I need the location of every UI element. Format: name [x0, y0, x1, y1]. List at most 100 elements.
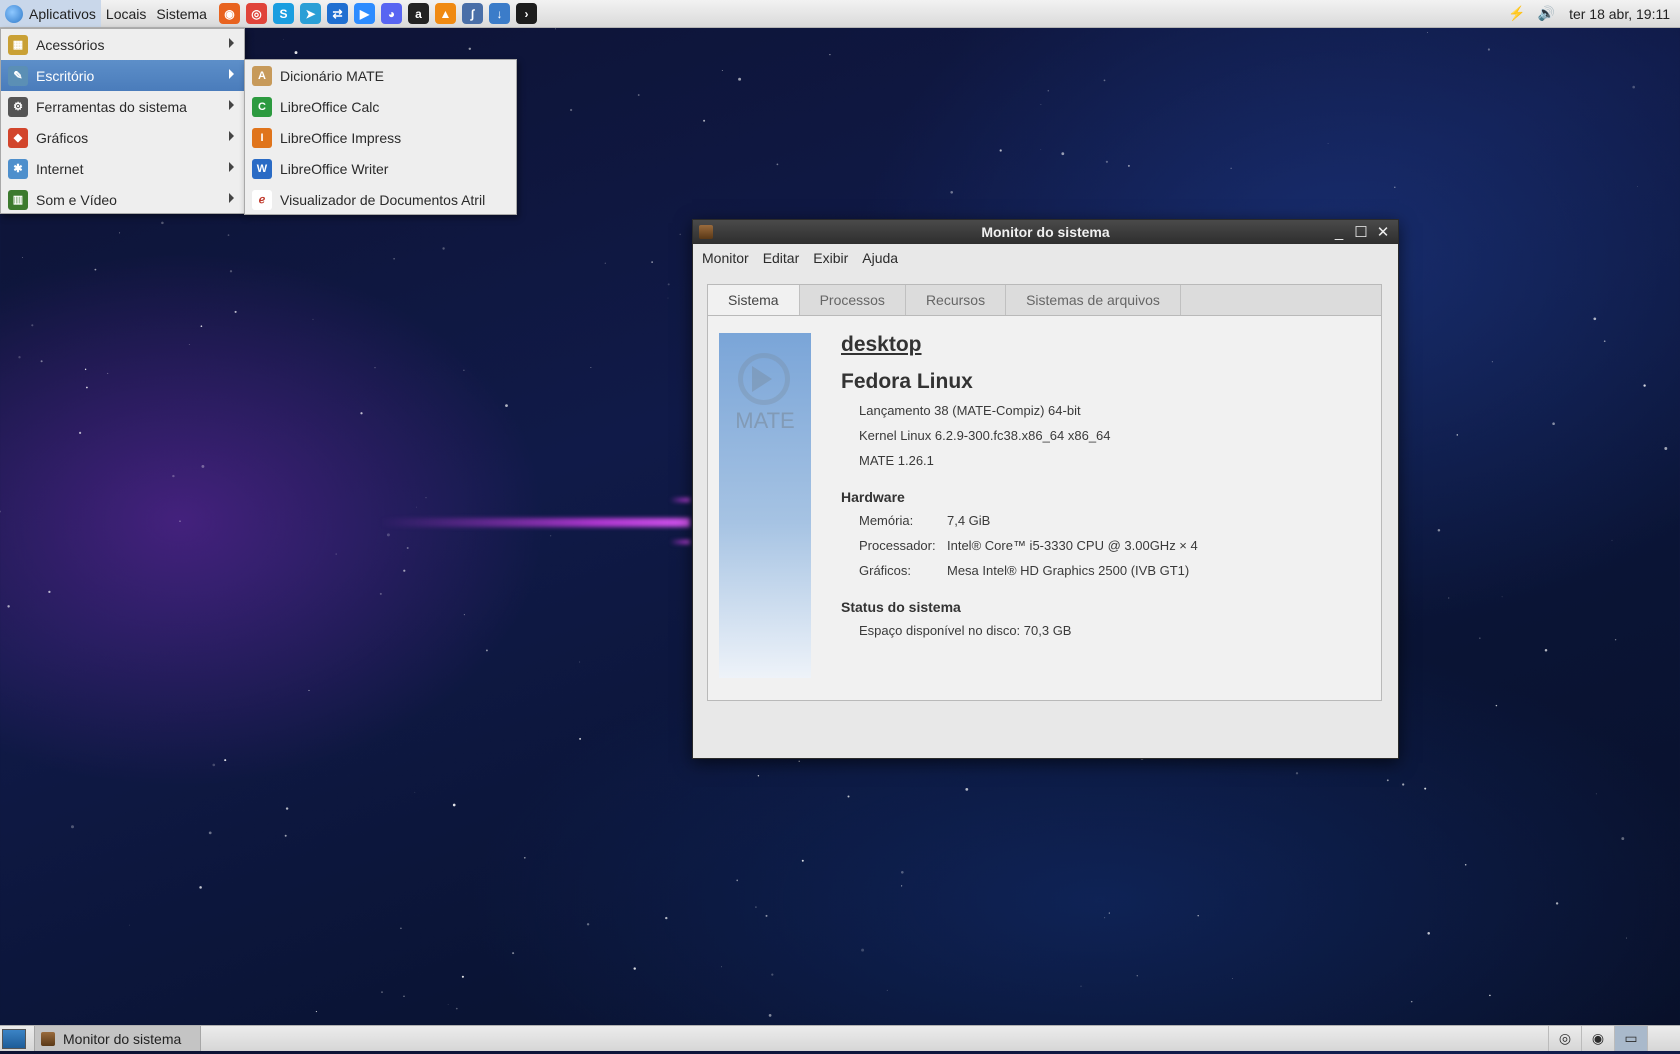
- libreoffice-calc-icon: C: [252, 96, 272, 117]
- star: [965, 788, 969, 791]
- star: [1424, 787, 1427, 790]
- gpu-row: Gráficos: Mesa Intel® HD Graphics 2500 (…: [859, 558, 1198, 583]
- menu-item-internet[interactable]: ✱ Internet: [1, 153, 244, 184]
- menu-item-system-tools[interactable]: ⚙ Ferramentas do sistema: [1, 91, 244, 122]
- star: [227, 234, 230, 236]
- menu-item-accessories[interactable]: ▦ Acessórios: [1, 29, 244, 60]
- office-submenu: A Dicionário MATE C LibreOffice Calc I LibreO…: [244, 59, 517, 215]
- tab-system[interactable]: Sistema: [708, 285, 800, 315]
- libreoffice-impress-icon: I: [252, 127, 272, 148]
- system-menu[interactable]: Sistema: [151, 0, 212, 27]
- menu-view[interactable]: Exibir: [806, 250, 855, 266]
- menu-help[interactable]: Ajuda: [855, 250, 905, 266]
- menu-item-libreoffice-writer[interactable]: W LibreOffice Writer: [245, 153, 516, 184]
- discord-icon[interactable]: ◕: [380, 3, 402, 24]
- window-titlebar[interactable]: Monitor do sistema _ ☐ ✕: [693, 220, 1398, 244]
- menu-item-atril[interactable]: ℯ Visualizador de Documentos Atril: [245, 184, 516, 215]
- mate-logo-text: MATE: [735, 408, 795, 433]
- star: [579, 737, 582, 740]
- submenu-arrow-icon: [229, 38, 234, 48]
- firefox-icon[interactable]: ◉: [218, 3, 240, 24]
- star: [461, 975, 464, 978]
- star: [757, 775, 760, 777]
- menu-monitor[interactable]: Monitor: [695, 250, 756, 266]
- star: [1614, 639, 1617, 641]
- workspace-switcher[interactable]: ▭: [1614, 1026, 1647, 1051]
- mate-logo-icon: [738, 353, 790, 405]
- star: [1664, 447, 1668, 450]
- menu-item-libreoffice-calc[interactable]: C LibreOffice Calc: [245, 91, 516, 122]
- star: [7, 605, 10, 608]
- close-icon[interactable]: ✕: [1374, 223, 1392, 241]
- top-panel: Aplicativos Locais Sistema ◉ ◎ S ➤ ⇄ ▶ ◕ a ▲ ∫ ↓ › …: [0, 0, 1680, 28]
- menu-item-graphics[interactable]: ◆ Gráficos: [1, 122, 244, 153]
- teamviewer-icon[interactable]: ⇄: [326, 3, 348, 24]
- workspace-2[interactable]: [1647, 1026, 1680, 1051]
- star: [285, 807, 289, 810]
- zoom-icon[interactable]: ▶: [353, 3, 375, 24]
- skype-icon[interactable]: S: [272, 3, 294, 24]
- star: [1495, 704, 1498, 707]
- star: [861, 948, 865, 952]
- star: [768, 1014, 772, 1017]
- tab-file-systems[interactable]: Sistemas de arquivos: [1006, 285, 1181, 315]
- mate-logo-panel: MATE: [719, 333, 811, 678]
- hardware-heading: Hardware: [841, 489, 905, 505]
- terminal-icon[interactable]: ›: [515, 3, 537, 24]
- menu-edit[interactable]: Editar: [756, 250, 807, 266]
- star: [736, 879, 739, 882]
- star: [1104, 917, 1106, 919]
- clock[interactable]: ter 18 abr, 19:11: [1569, 6, 1670, 22]
- star: [798, 760, 800, 762]
- network-icon[interactable]: ⚡: [1508, 5, 1525, 22]
- star: [455, 1007, 458, 1010]
- cpu-value: Intel® Core™ i5-3330 CPU @ 3.00GHz × 4: [947, 538, 1198, 553]
- star: [579, 661, 581, 663]
- system-monitor-icon: [699, 225, 713, 239]
- tab-processes[interactable]: Processos: [800, 285, 906, 315]
- maximize-icon[interactable]: ☐: [1352, 223, 1370, 241]
- taskbar-button-system-monitor[interactable]: Monitor do sistema: [34, 1026, 201, 1051]
- menu-item-dictionary[interactable]: A Dicionário MATE: [245, 60, 516, 91]
- chrome-icon[interactable]: ◎: [245, 3, 267, 24]
- star: [569, 108, 573, 112]
- office-icon: ✎: [8, 65, 28, 86]
- star: [1552, 422, 1555, 425]
- star: [1603, 340, 1606, 343]
- menu-item-label: Escritório: [36, 67, 95, 84]
- hostname[interactable]: desktop: [841, 333, 1198, 357]
- star: [400, 927, 402, 930]
- star: [886, 989, 888, 991]
- gpu-label: Gráficos:: [859, 563, 912, 578]
- vlc-icon[interactable]: ▲: [434, 3, 456, 24]
- chrome-tray-icon[interactable]: ◎: [1548, 1026, 1581, 1051]
- menu-item-label: Visualizador de Documentos Atril: [280, 191, 486, 208]
- star: [555, 28, 556, 30]
- star: [234, 310, 237, 313]
- star: [1593, 317, 1597, 321]
- applications-menu-label: Aplicativos: [29, 5, 96, 22]
- minimize-icon[interactable]: _: [1330, 223, 1348, 241]
- menu-item-libreoffice-impress[interactable]: I LibreOffice Impress: [245, 122, 516, 153]
- telegram-icon[interactable]: ➤: [299, 3, 321, 24]
- firefox-tray-icon[interactable]: ◉: [1581, 1026, 1614, 1051]
- tab-resources[interactable]: Recursos: [906, 285, 1007, 315]
- ebook-icon[interactable]: ∫: [461, 3, 483, 24]
- menu-item-office[interactable]: ✎ Escritório: [1, 60, 244, 91]
- applications-menu[interactable]: Aplicativos: [0, 0, 101, 27]
- download-icon[interactable]: ↓: [488, 3, 510, 24]
- show-desktop-button[interactable]: [2, 1028, 26, 1049]
- places-menu[interactable]: Locais: [101, 0, 151, 27]
- amazon-icon[interactable]: a: [407, 3, 429, 24]
- volume-icon[interactable]: 🔊: [1538, 5, 1555, 22]
- notification-area: ⚡ 🔊 ter 18 abr, 19:11: [1502, 0, 1680, 27]
- star: [1197, 914, 1199, 917]
- tab-bar: Sistema Processos Recursos Sistemas de a…: [707, 284, 1382, 315]
- release-info: Lançamento 38 (MATE-Compiz) 64-bit: [859, 403, 1081, 418]
- star: [403, 995, 405, 997]
- menu-item-label: Gráficos: [36, 129, 89, 146]
- dictionary-icon: A: [252, 65, 272, 86]
- star: [283, 38, 284, 40]
- menu-item-sound-video[interactable]: ▥ Som e Vídeo: [1, 184, 244, 215]
- star: [468, 47, 472, 51]
